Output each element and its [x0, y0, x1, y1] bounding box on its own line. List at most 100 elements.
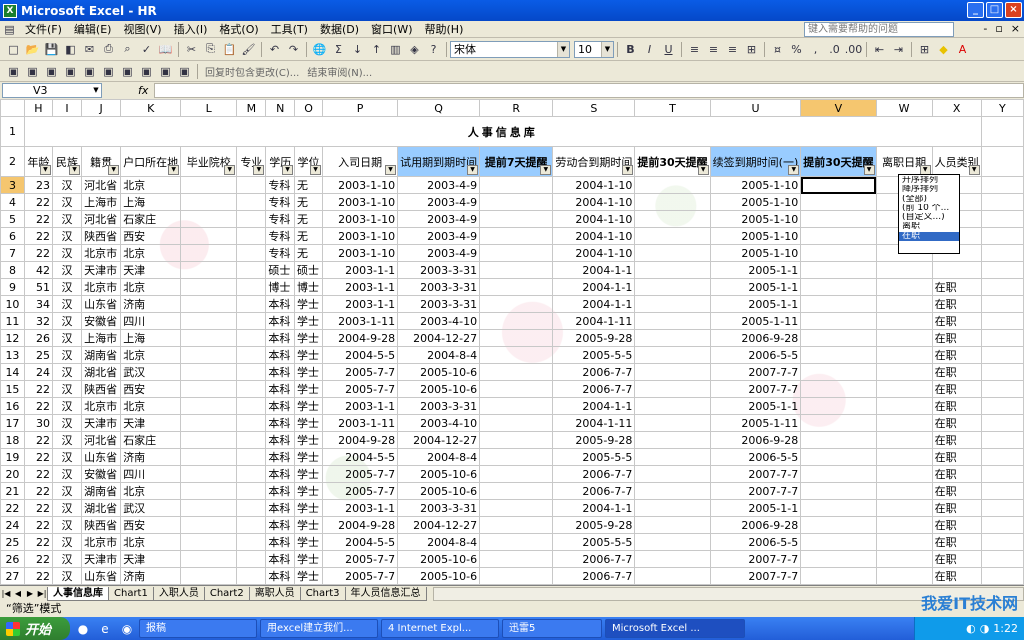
cell-trial-end[interactable]: 2003-3-31: [397, 295, 481, 313]
sheet-title[interactable]: 人事信息库: [23, 116, 982, 147]
column-header[interactable]: O: [294, 99, 324, 117]
cell-leave-date[interactable]: [875, 482, 933, 500]
taskbar-item[interactable]: 报稿: [139, 619, 257, 638]
filter-dropdown-icon[interactable]: ▼: [622, 165, 634, 175]
cell-ethnicity[interactable]: 汉: [51, 533, 83, 551]
cell-join-date[interactable]: 2005-7-7: [322, 465, 399, 483]
autofilter-dropdown[interactable]: 升序排列 降序排列 (全部) (前 10 个... (自定义...) 离职 在职: [898, 174, 960, 254]
cell-degree[interactable]: 学士: [294, 516, 324, 534]
cell-hukou[interactable]: 西安: [120, 227, 182, 245]
cell-ethnicity[interactable]: 汉: [51, 210, 83, 228]
cell-leave-date[interactable]: [875, 465, 933, 483]
worksheet-grid[interactable]: H I J K L M N O P Q R S T U V W X Y 1 人事信息库 2 年龄 ▼ 民族 ▼ 籍贯 ▼ 户口所在地 ▼…: [0, 99, 1024, 585]
filter-dropdown-icon[interactable]: ▼: [168, 165, 180, 175]
cell-contract-reminder[interactable]: [634, 295, 711, 313]
quicklaunch-icon-2[interactable]: e: [96, 620, 114, 638]
sort-desc-icon[interactable]: ↑: [368, 41, 385, 58]
cell-hukou[interactable]: 武汉: [120, 363, 182, 381]
row-header[interactable]: 27: [0, 567, 25, 585]
row-header[interactable]: 20: [0, 465, 25, 483]
cell-age[interactable]: 22: [23, 482, 53, 500]
cell-trial-reminder[interactable]: [479, 465, 554, 483]
function-icon[interactable]: fx: [138, 84, 148, 97]
cell-age[interactable]: 22: [23, 516, 53, 534]
cell-hukou[interactable]: 北京: [120, 278, 182, 296]
cell-category[interactable]: 在职: [931, 346, 982, 364]
cell-join-date[interactable]: 2004-9-28: [322, 329, 399, 347]
cell-degree[interactable]: 博士: [294, 278, 324, 296]
filter-dropdown-icon[interactable]: ▼: [863, 165, 875, 175]
cell-renew-reminder[interactable]: [800, 193, 877, 211]
cell-contract-end[interactable]: 2006-7-7: [552, 567, 636, 585]
row-header[interactable]: 21: [0, 482, 25, 500]
cell-age[interactable]: 22: [23, 465, 53, 483]
cell-degree[interactable]: 学士: [294, 312, 324, 330]
cell-ethnicity[interactable]: 汉: [51, 227, 83, 245]
cell-trial-reminder[interactable]: [479, 346, 554, 364]
fill-color-icon[interactable]: ◆: [935, 41, 952, 58]
cell-hukou[interactable]: 四川: [120, 584, 182, 585]
column-header[interactable]: I: [51, 99, 83, 117]
filter-dropdown-icon[interactable]: ▼: [282, 165, 294, 175]
cell-renew-end[interactable]: 2006-5-5: [709, 448, 802, 466]
cell-join-date[interactable]: 2003-1-11: [322, 414, 399, 432]
cell-contract-reminder[interactable]: [634, 210, 711, 228]
cell-ethnicity[interactable]: 汉: [51, 397, 83, 415]
cell-renew-reminder[interactable]: [800, 482, 877, 500]
column-header[interactable]: S: [552, 99, 636, 117]
cell-contract-end[interactable]: 2006-7-7: [552, 380, 636, 398]
cell-age[interactable]: 34: [23, 295, 53, 313]
sheet-tab[interactable]: Chart3: [299, 586, 346, 601]
cell-age[interactable]: 22: [23, 550, 53, 568]
select-all-corner[interactable]: [0, 99, 25, 117]
cell-trial-end[interactable]: 2005-10-6: [397, 380, 481, 398]
cell-join-date[interactable]: 2003-1-1: [322, 584, 399, 585]
cell-contract-end[interactable]: 2006-7-7: [552, 482, 636, 500]
row-header[interactable]: 19: [0, 448, 25, 466]
cell-ethnicity[interactable]: 汉: [51, 278, 83, 296]
cell-join-date[interactable]: 2003-1-10: [322, 210, 399, 228]
increase-decimal-icon[interactable]: .0: [826, 41, 843, 58]
print-preview-icon[interactable]: ⌕: [119, 41, 136, 58]
cell-major[interactable]: [236, 533, 267, 551]
cell[interactable]: [980, 329, 1024, 347]
cell-leave-date[interactable]: [875, 329, 933, 347]
cell-renew-end[interactable]: 2006-9-28: [709, 329, 802, 347]
cell-trial-reminder[interactable]: [479, 482, 554, 500]
review-icon-10[interactable]: ▣: [176, 63, 193, 80]
cell-degree[interactable]: 学士: [294, 295, 324, 313]
cell-major[interactable]: [236, 380, 267, 398]
cell-school[interactable]: [180, 516, 238, 534]
cell-age[interactable]: 22: [23, 380, 53, 398]
spelling-icon[interactable]: ✓: [138, 41, 155, 58]
filter-option[interactable]: (全部): [899, 195, 959, 204]
cell-trial-reminder[interactable]: [479, 329, 554, 347]
cell-native-place[interactable]: 河北省: [81, 210, 122, 228]
cell-renew-reminder[interactable]: [800, 312, 877, 330]
filter-dropdown-icon[interactable]: ▼: [253, 165, 265, 175]
cell[interactable]: [980, 584, 1024, 585]
sheet-tab[interactable]: Chart2: [203, 586, 250, 601]
cell-renew-end[interactable]: 2006-9-28: [709, 431, 802, 449]
cell[interactable]: [980, 380, 1024, 398]
column-label[interactable]: 提前30天提醒 ▼: [800, 146, 877, 177]
cell-school[interactable]: [180, 448, 238, 466]
cell-leave-date[interactable]: [875, 380, 933, 398]
cell-category[interactable]: 在职: [931, 295, 982, 313]
row-header[interactable]: 17: [0, 414, 25, 432]
cell-contract-reminder[interactable]: [634, 227, 711, 245]
review-icon-9[interactable]: ▣: [157, 63, 174, 80]
cell-leave-date[interactable]: [875, 550, 933, 568]
cell-native-place[interactable]: 上海市: [81, 329, 122, 347]
row-header[interactable]: 10: [0, 295, 25, 313]
column-label[interactable]: 续签到期时间(一) ▼: [709, 146, 802, 177]
cell-trial-end[interactable]: 2003-4-10: [397, 414, 481, 432]
cell-contract-end[interactable]: 2005-9-28: [552, 516, 636, 534]
cell-trial-end[interactable]: 2003-3-31: [397, 261, 481, 279]
hyperlink-icon[interactable]: 🌐: [311, 41, 328, 58]
cell-age[interactable]: 24: [23, 363, 53, 381]
cell-renew-reminder[interactable]: [800, 499, 877, 517]
filter-option[interactable]: 离职: [899, 222, 959, 231]
cell-renew-end[interactable]: 2005-1-10: [709, 210, 802, 228]
cell-trial-end[interactable]: 2003-3-31: [397, 584, 481, 585]
